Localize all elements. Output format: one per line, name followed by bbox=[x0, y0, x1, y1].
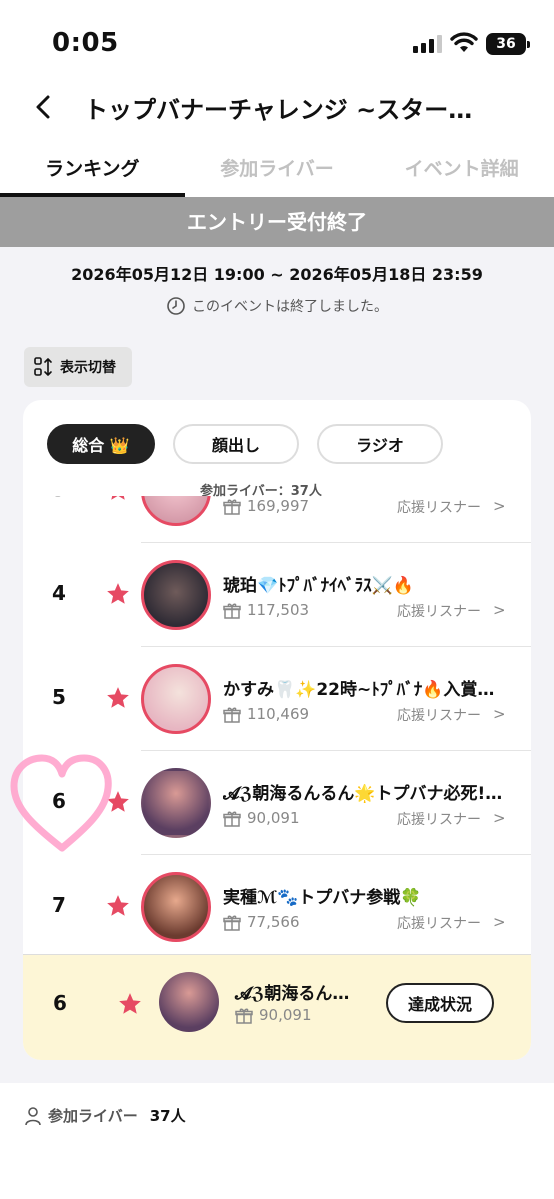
page-title: トップバナーチャレンジ ~スター… bbox=[84, 96, 473, 124]
ranking-filters: 総合 👑 顔出し ラジオ bbox=[47, 424, 443, 464]
event-ended-text: このイベントは終了しました。 bbox=[192, 299, 388, 315]
status-bar: 0:05 36 bbox=[0, 0, 554, 82]
gift-icon bbox=[223, 707, 241, 723]
rank-number: 4 bbox=[52, 581, 66, 605]
points: 110,469 bbox=[247, 705, 310, 723]
avatar bbox=[141, 496, 211, 526]
wifi-icon bbox=[450, 32, 478, 52]
support-listeners-link[interactable]: 応援リスナー bbox=[397, 497, 481, 517]
footer: 参加ライバー 37人 bbox=[0, 1083, 554, 1199]
entry-closed-banner: エントリー受付終了 bbox=[0, 197, 554, 247]
streamer-name: 実種ℳ🐾トプバナ参戦🍀 bbox=[223, 888, 422, 908]
battery-icon: 36 bbox=[486, 33, 530, 55]
my-rank-number: 6 bbox=[53, 991, 67, 1015]
app-header: トップバナーチャレンジ ~スター… bbox=[0, 82, 554, 134]
tab-bar: ランキング 参加ライバー イベント詳細 bbox=[0, 134, 554, 197]
star-icon bbox=[107, 895, 129, 916]
streamer-name: 𝓐ℨ朝海るんるん🌟トプバナ必死!… bbox=[223, 784, 503, 804]
points: 117,503 bbox=[247, 601, 310, 619]
tab-ranking[interactable]: ランキング bbox=[0, 134, 185, 197]
star-icon bbox=[119, 993, 141, 1014]
switch-icon bbox=[34, 357, 52, 376]
streamer-name: かすみ🦷✨22時~ﾄﾌﾟﾊﾞﾅ🔥入賞… bbox=[223, 680, 495, 700]
ranking-list: 3 169,997 応援リスナー > 4 琥珀💎ﾄﾌﾟﾊﾞﾅｲﾍﾞﾗｽ⚔️🔥 1… bbox=[23, 496, 531, 954]
achievement-status-button[interactable]: 達成状況 bbox=[386, 983, 494, 1023]
ranking-row[interactable]: 3 169,997 応援リスナー > bbox=[23, 496, 531, 543]
tab-event-details[interactable]: イベント詳細 bbox=[369, 134, 554, 197]
event-period: 2026年05月12日 19:00 ~ 2026年05月18日 23:59 bbox=[71, 265, 483, 284]
clock-icon bbox=[167, 297, 185, 315]
star-icon bbox=[111, 496, 125, 500]
chevron-right-icon: > bbox=[493, 601, 506, 619]
my-rank-row: 6 𝓐ℨ朝海るん… 90,091 達成状況 bbox=[23, 954, 531, 1060]
avatar bbox=[141, 872, 211, 942]
rank-number: 3 bbox=[39, 496, 79, 501]
chevron-right-icon: > bbox=[493, 705, 506, 723]
chevron-right-icon: > bbox=[493, 497, 506, 515]
ranking-row[interactable]: 4 琥珀💎ﾄﾌﾟﾊﾞﾅｲﾍﾞﾗｽ⚔️🔥 117,503 応援リスナー > bbox=[23, 543, 531, 647]
gift-icon bbox=[223, 603, 241, 619]
footer-participants: 参加ライバー 37人 bbox=[24, 1105, 186, 1126]
rank-number: 7 bbox=[52, 893, 66, 917]
filter-radio[interactable]: ラジオ bbox=[317, 424, 443, 464]
my-name: 𝓐ℨ朝海るん… bbox=[235, 984, 350, 1004]
points: 169,997 bbox=[247, 497, 310, 515]
support-listeners-link[interactable]: 応援リスナー bbox=[397, 601, 481, 621]
gift-icon bbox=[223, 811, 241, 827]
star-icon bbox=[107, 687, 129, 708]
filter-overall[interactable]: 総合 👑 bbox=[47, 424, 155, 464]
chevron-right-icon: > bbox=[493, 913, 506, 931]
avatar bbox=[141, 664, 211, 734]
star-icon bbox=[107, 791, 129, 812]
avatar bbox=[141, 560, 211, 630]
signal-icon bbox=[413, 35, 442, 53]
gift-icon bbox=[223, 915, 241, 931]
points: 90,091 bbox=[247, 809, 300, 827]
support-listeners-link[interactable]: 応援リスナー bbox=[397, 913, 481, 933]
gift-icon bbox=[223, 499, 241, 515]
event-ended-notice: このイベントは終了しました。 bbox=[0, 296, 554, 316]
avatar bbox=[141, 768, 211, 838]
gift-icon bbox=[235, 1008, 253, 1024]
rank-number: 6 bbox=[52, 789, 66, 813]
ranking-row[interactable]: 7 実種ℳ🐾トプバナ参戦🍀 77,566 応援リスナー > bbox=[23, 855, 531, 954]
footer-label: 参加ライバー bbox=[48, 1107, 138, 1125]
ranking-row[interactable]: 6 𝓐ℨ朝海るんるん🌟トプバナ必死!… 90,091 応援リスナー > bbox=[23, 751, 531, 855]
display-toggle-button[interactable]: 表示切替 bbox=[24, 347, 132, 387]
star-icon bbox=[107, 583, 129, 604]
footer-count: 37人 bbox=[149, 1107, 186, 1125]
my-points: 90,091 bbox=[259, 1006, 312, 1024]
display-toggle-label: 表示切替 bbox=[60, 360, 116, 376]
tab-participants[interactable]: 参加ライバー bbox=[185, 134, 370, 197]
my-avatar bbox=[159, 972, 219, 1032]
chevron-left-icon[interactable] bbox=[30, 92, 58, 122]
rank-number: 5 bbox=[52, 685, 66, 709]
streamer-name: 琥珀💎ﾄﾌﾟﾊﾞﾅｲﾍﾞﾗｽ⚔️🔥 bbox=[223, 576, 415, 596]
ranking-row[interactable]: 5 かすみ🦷✨22時~ﾄﾌﾟﾊﾞﾅ🔥入賞… 110,469 応援リスナー > bbox=[23, 647, 531, 751]
support-listeners-link[interactable]: 応援リスナー bbox=[397, 705, 481, 725]
chevron-right-icon: > bbox=[493, 809, 506, 827]
ranking-card: 総合 👑 顔出し ラジオ 参加ライバー：37人 3 169,997 応援リスナー… bbox=[23, 400, 531, 1060]
filter-face[interactable]: 顔出し bbox=[173, 424, 299, 464]
support-listeners-link[interactable]: 応援リスナー bbox=[397, 809, 481, 829]
points: 77,566 bbox=[247, 913, 300, 931]
person-icon bbox=[25, 1106, 41, 1125]
status-time: 0:05 bbox=[52, 28, 119, 58]
